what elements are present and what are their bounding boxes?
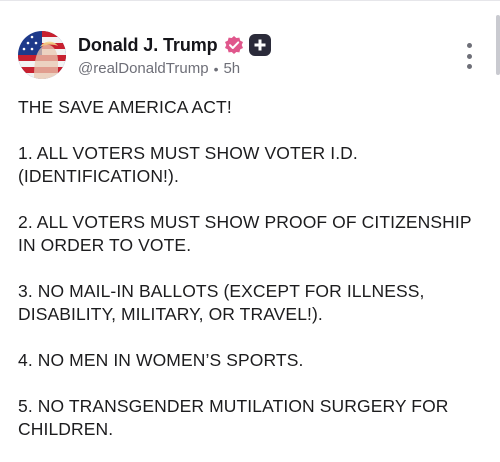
post-paragraph: 5. NO TRANSGENDER MUTILATION SURGERY FOR… bbox=[18, 396, 449, 439]
timestamp[interactable]: 5h bbox=[223, 60, 240, 77]
post-paragraph: 4. NO MEN IN WOMEN’S SPORTS. bbox=[18, 350, 304, 370]
display-name[interactable]: Donald J. Trump bbox=[78, 35, 218, 56]
handle-row: @realDonaldTrump • 5h bbox=[78, 60, 271, 77]
post-header: Donald J. Trump @realDonaldTrump • 5h bbox=[18, 31, 271, 79]
verified-check-icon bbox=[224, 35, 244, 55]
scrollbar[interactable] bbox=[496, 15, 500, 75]
name-row: Donald J. Trump bbox=[78, 33, 271, 57]
separator-dot: • bbox=[213, 60, 219, 77]
post-paragraph: 3. NO MAIL-IN BALLOTS (EXCEPT FOR ILLNES… bbox=[18, 281, 425, 324]
plus-badge-icon bbox=[248, 34, 271, 56]
post-paragraph: 2. ALL VOTERS MUST SHOW PROOF OF CITIZEN… bbox=[18, 212, 472, 255]
avatar[interactable] bbox=[18, 31, 66, 79]
post-paragraph: THE SAVE AMERICA ACT! bbox=[18, 97, 232, 117]
author-info: Donald J. Trump @realDonaldTrump • 5h bbox=[78, 33, 271, 77]
post-paragraph: 1. ALL VOTERS MUST SHOW VOTER I.D. (IDEN… bbox=[18, 143, 358, 186]
more-vertical-icon[interactable] bbox=[462, 43, 476, 69]
post-body: THE SAVE AMERICA ACT! 1. ALL VOTERS MUST… bbox=[18, 96, 488, 462]
post-card: Donald J. Trump @realDonaldTrump • 5h TH… bbox=[0, 0, 500, 462]
handle[interactable]: @realDonaldTrump bbox=[78, 60, 209, 77]
